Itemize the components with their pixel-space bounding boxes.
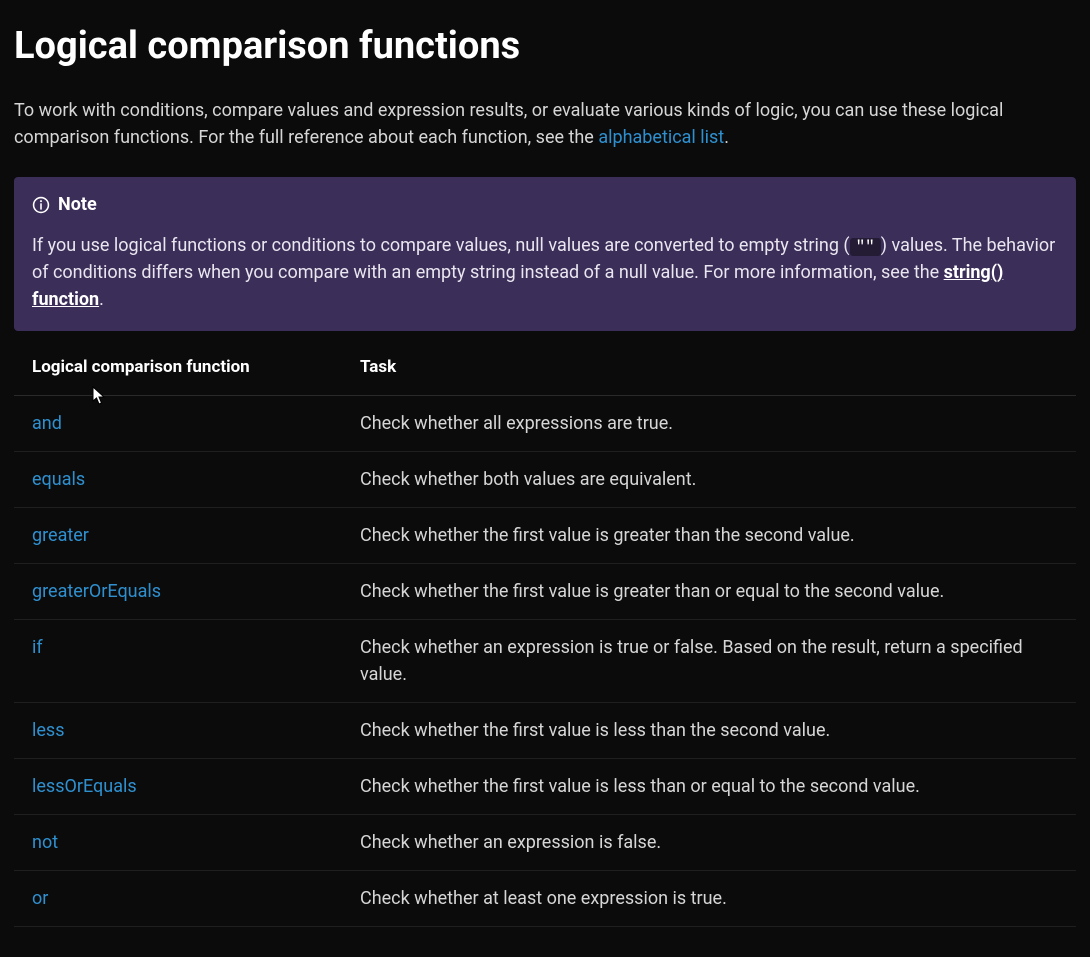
function-name-cell: lessOrEquals xyxy=(14,758,342,814)
note-label: Note xyxy=(58,191,97,218)
table-header-row: Logical comparison function Task xyxy=(14,341,1076,395)
page-title: Logical comparison functions xyxy=(14,18,1076,75)
function-name-cell: less xyxy=(14,702,342,758)
table-row: or Check whether at least one expression … xyxy=(14,870,1076,926)
function-task-cell: Check whether an expression is false. xyxy=(342,814,1076,870)
function-name-cell: if xyxy=(14,619,342,702)
table-row: less Check whether the first value is les… xyxy=(14,702,1076,758)
function-link-less[interactable]: less xyxy=(32,720,65,741)
function-link-and[interactable]: and xyxy=(32,413,62,434)
function-name-cell: equals xyxy=(14,451,342,507)
note-text-after-link: . xyxy=(99,289,104,310)
intro-text-after: . xyxy=(724,127,729,148)
col-header-task: Task xyxy=(342,341,1076,395)
col-header-function: Logical comparison function xyxy=(14,341,342,395)
function-link-or[interactable]: or xyxy=(32,888,48,909)
function-link-lessOrEquals[interactable]: lessOrEquals xyxy=(32,776,137,797)
table-row: lessOrEquals Check whether the first valu… xyxy=(14,758,1076,814)
alphabetical-list-link[interactable]: alphabetical list xyxy=(598,127,724,148)
function-name-cell: not xyxy=(14,814,342,870)
function-link-not[interactable]: not xyxy=(32,832,58,853)
function-task-cell: Check whether at least one expression is… xyxy=(342,870,1076,926)
function-task-cell: Check whether the first value is greater… xyxy=(342,563,1076,619)
function-task-cell: Check whether the first value is greater… xyxy=(342,507,1076,563)
note-header: Note xyxy=(32,191,1058,218)
function-task-cell: Check whether the first value is less th… xyxy=(342,758,1076,814)
function-link-equals[interactable]: equals xyxy=(32,469,85,490)
function-task-cell: Check whether all expressions are true. xyxy=(342,395,1076,451)
note-callout: Note If you use logical functions or con… xyxy=(14,177,1076,331)
table-row: if Check whether an expression is true or… xyxy=(14,619,1076,702)
function-name-cell: greater xyxy=(14,507,342,563)
note-body: If you use logical functions or conditio… xyxy=(32,232,1058,313)
intro-text-before: To work with conditions, compare values … xyxy=(14,100,1003,148)
function-task-cell: Check whether both values are equivalent… xyxy=(342,451,1076,507)
function-task-cell: Check whether the first value is less th… xyxy=(342,702,1076,758)
empty-string-code: "" xyxy=(850,238,881,256)
intro-paragraph: To work with conditions, compare values … xyxy=(14,97,1044,151)
function-name-cell: greaterOrEquals xyxy=(14,563,342,619)
function-name-cell: and xyxy=(14,395,342,451)
info-icon xyxy=(32,196,50,214)
table-row: not Check whether an expression is false. xyxy=(14,814,1076,870)
function-link-greaterOrEquals[interactable]: greaterOrEquals xyxy=(32,581,161,602)
table-row: equals Check whether both values are equi… xyxy=(14,451,1076,507)
function-link-greater[interactable]: greater xyxy=(32,525,89,546)
function-link-if[interactable]: if xyxy=(32,637,43,658)
table-row: greater Check whether the first value is … xyxy=(14,507,1076,563)
functions-table: Logical comparison function Task and Chec… xyxy=(14,341,1076,927)
note-text-before-code: If you use logical functions or conditio… xyxy=(32,235,850,256)
function-task-cell: Check whether an expression is true or f… xyxy=(342,619,1076,702)
table-row: greaterOrEquals Check whether the first v… xyxy=(14,563,1076,619)
function-name-cell: or xyxy=(14,870,342,926)
table-row: and Check whether all expressions are tru… xyxy=(14,395,1076,451)
page-content: Logical comparison functions To work wit… xyxy=(0,0,1090,957)
